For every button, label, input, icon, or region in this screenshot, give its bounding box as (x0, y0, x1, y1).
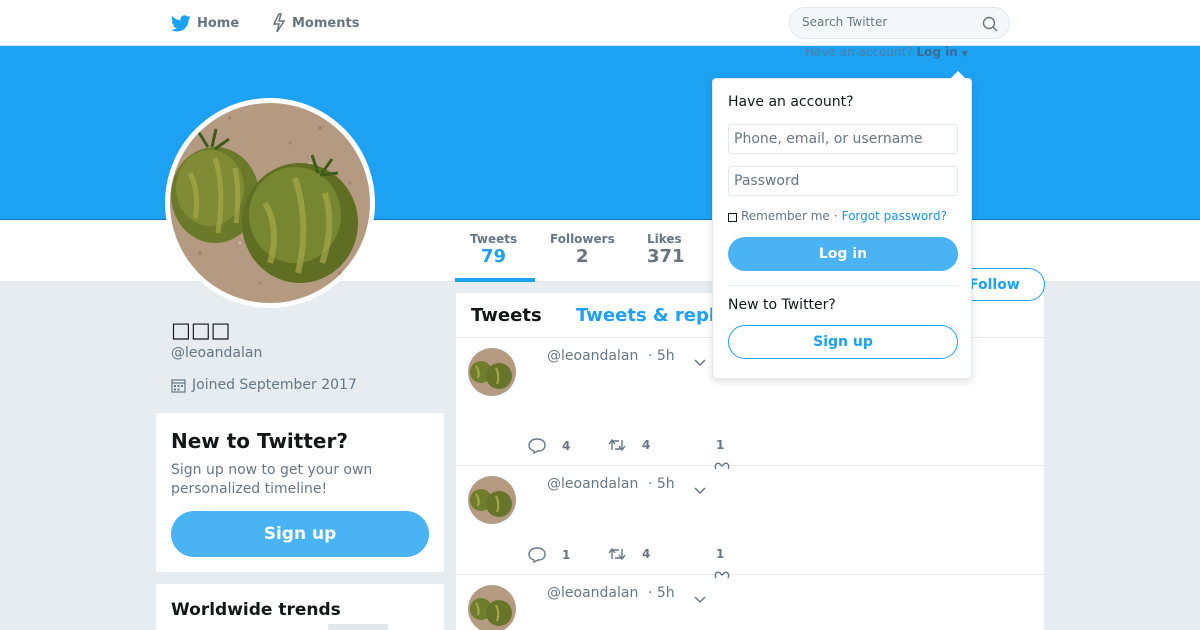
login-dropdown: Have an account? Remember me · Forgot pa… (712, 71, 972, 379)
reply-icon (528, 438, 546, 454)
retweet-action[interactable]: 4 (608, 438, 650, 452)
stat-label: Tweets (470, 232, 518, 246)
tweet-time[interactable]: · 5h (648, 476, 675, 492)
dropdown-signup-button[interactable]: Sign up (728, 325, 958, 359)
caret-down-icon[interactable]: ▼ (962, 49, 968, 58)
reply-count: 1 (562, 548, 571, 562)
nav-moments-link[interactable]: Moments (272, 0, 359, 46)
profile-display-name: □□□ (171, 318, 231, 342)
stat-label: Likes (647, 232, 682, 246)
nav-home-label: Home (197, 15, 240, 31)
like-count[interactable]: 1 (716, 547, 724, 561)
stat-value: 79 (481, 246, 507, 267)
search-box (789, 7, 1010, 39)
profile-joined-date: Joined September 2017 (171, 377, 357, 393)
tweet-handle[interactable]: @leoandalan (547, 585, 638, 601)
joined-text: Joined September 2017 (192, 377, 357, 393)
reply-count: 4 (562, 439, 571, 453)
twitter-bird-icon (171, 14, 191, 31)
chevron-down-icon[interactable] (694, 480, 706, 499)
tweet-item[interactable]: @leoandalan · 5h 1 4 1 (456, 466, 1044, 579)
have-account-text: Have an account? (805, 45, 913, 59)
tab-tweets-and-replies[interactable]: Tweets & repl (576, 305, 715, 326)
avatar[interactable] (165, 98, 375, 308)
signup-card-title: New to Twitter? (171, 429, 348, 453)
dropdown-arrow (950, 71, 966, 79)
tab-tweets[interactable]: Tweets (471, 305, 542, 326)
stat-followers[interactable]: Followers 2 (550, 232, 615, 267)
have-account-prompt: Have an account? Log in ▼ (805, 45, 968, 59)
calendar-icon (171, 378, 186, 393)
tweet-time[interactable]: · 5h (648, 348, 675, 364)
reply-action[interactable]: 1 (528, 547, 570, 563)
remember-me-checkbox[interactable] (728, 212, 737, 222)
retweet-count: 4 (642, 547, 651, 561)
trends-title: Worldwide trends (171, 600, 341, 620)
avatar-tomatoes-image (170, 103, 370, 303)
tweet-handle[interactable]: @leoandalan (547, 476, 638, 492)
top-navigation: Home Moments (0, 0, 1200, 46)
login-dropdown-toggle[interactable]: Log in (916, 45, 957, 59)
retweet-count: 4 (642, 438, 651, 452)
trends-card: Worldwide trends (156, 584, 444, 630)
stat-label: Followers (550, 232, 615, 246)
nav-moments-label: Moments (292, 15, 360, 31)
signup-card-text: Sign up now to get your own personalized… (171, 462, 373, 497)
tweet-avatar[interactable] (468, 476, 516, 524)
dropdown-divider (728, 285, 958, 286)
chevron-down-icon[interactable] (694, 352, 706, 371)
signup-button[interactable]: Sign up (171, 511, 429, 557)
new-to-twitter-text: New to Twitter? (728, 297, 836, 313)
retweet-action[interactable]: 4 (608, 547, 650, 561)
trends-change-link[interactable] (328, 624, 388, 630)
retweet-icon (608, 438, 626, 452)
retweet-icon (608, 547, 626, 561)
profile-handle[interactable]: @leoandalan (171, 345, 262, 361)
forgot-password-link[interactable]: Forgot password? (842, 209, 947, 223)
reply-icon (528, 547, 546, 563)
separator-dot: · (833, 209, 838, 223)
nav-home-link[interactable]: Home (171, 0, 239, 46)
username-field[interactable] (728, 124, 958, 154)
tweet-handle[interactable]: @leoandalan (547, 348, 638, 364)
search-input[interactable] (802, 15, 972, 29)
active-tab-indicator (455, 278, 535, 282)
reply-action[interactable]: 4 (528, 438, 570, 454)
tweet-avatar[interactable] (468, 348, 516, 396)
stat-value: 371 (647, 246, 685, 267)
moments-bolt-icon (272, 13, 286, 33)
remember-me-row: Remember me · Forgot password? (728, 209, 947, 223)
signup-card: New to Twitter? Sign up now to get your … (156, 413, 444, 572)
password-field[interactable] (728, 166, 958, 196)
login-dropdown-title: Have an account? (728, 94, 854, 110)
stat-likes[interactable]: Likes 371 (647, 232, 685, 267)
tweet-avatar[interactable] (468, 585, 516, 630)
stat-tweets[interactable]: Tweets 79 (470, 232, 517, 267)
tweet-time[interactable]: · 5h (648, 585, 675, 601)
chevron-down-icon[interactable] (694, 589, 706, 608)
login-button[interactable]: Log in (728, 237, 958, 271)
search-icon[interactable] (982, 16, 998, 36)
stat-value: 2 (576, 246, 589, 267)
tweet-item[interactable]: @leoandalan · 5h (456, 575, 1044, 630)
like-count[interactable]: 1 (716, 438, 724, 452)
remember-me-label[interactable]: Remember me (741, 209, 830, 223)
